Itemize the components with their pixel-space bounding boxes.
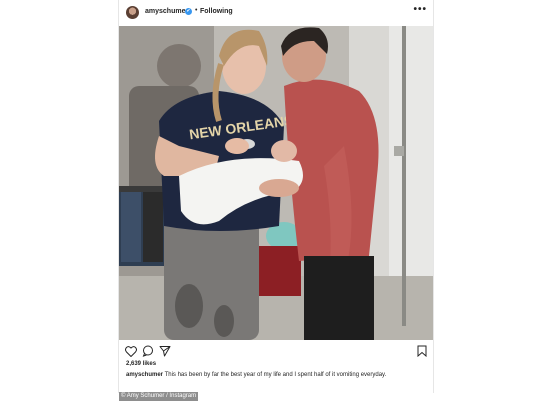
username[interactable]: amyschumer	[145, 8, 188, 15]
instagram-post: amyschumer ✔ • Following ••• NEW ORLEANS…	[118, 0, 434, 393]
verified-badge-icon: ✔	[185, 8, 192, 15]
comment-icon[interactable]	[142, 344, 154, 362]
post-photo-image: NEW ORLEANS	[119, 26, 433, 340]
more-options-icon[interactable]: •••	[413, 5, 427, 15]
following-button[interactable]: Following	[200, 8, 233, 15]
caption-username[interactable]: amyschumer	[126, 372, 163, 378]
heart-icon[interactable]	[125, 344, 137, 362]
likes-count[interactable]: 2,639 likes	[126, 361, 156, 367]
caption: amyschumer This has been by far the best…	[126, 372, 426, 378]
action-bar	[119, 342, 433, 358]
post-header: amyschumer ✔ • Following •••	[119, 0, 433, 26]
separator-dot: •	[195, 7, 198, 14]
post-photo[interactable]: NEW ORLEANS	[119, 26, 433, 340]
caption-text: This has been by far the best year of my…	[164, 372, 387, 378]
avatar[interactable]	[126, 6, 139, 19]
bookmark-icon[interactable]	[417, 344, 427, 362]
share-icon[interactable]	[159, 344, 171, 362]
